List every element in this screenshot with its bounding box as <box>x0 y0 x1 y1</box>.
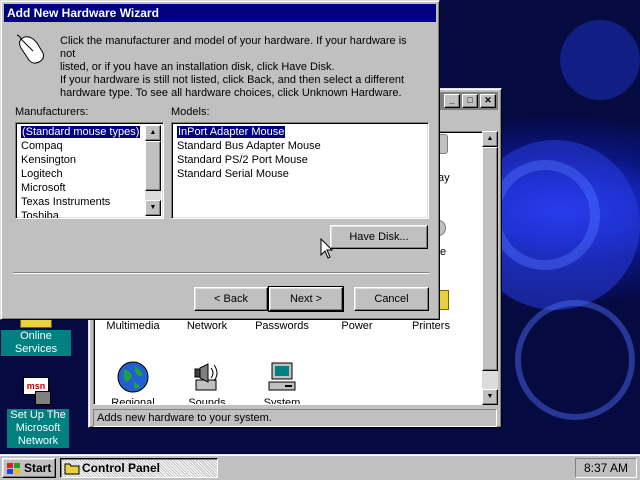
msn-icon: msn <box>23 377 53 407</box>
cp-item-power[interactable]: Power <box>320 320 394 332</box>
online-services-label: Online Services <box>1 330 71 356</box>
start-label: Start <box>24 461 52 475</box>
intro-line-3: If your hardware is still not listed, cl… <box>60 74 405 86</box>
add-hardware-wizard-dialog[interactable]: Add New Hardware Wizard Click the manufa… <box>0 0 440 320</box>
manufacturer-item[interactable]: (Standard mouse types) <box>18 125 147 139</box>
cp-item-passwords[interactable]: Passwords <box>245 320 319 332</box>
manufacturer-item[interactable]: Microsoft <box>18 181 147 195</box>
status-bar: Adds new hardware to your system. <box>93 409 497 427</box>
models-listbox[interactable]: InPort Adapter Mouse Standard Bus Adapte… <box>171 122 429 219</box>
wizard-titlebar[interactable]: Add New Hardware Wizard <box>4 4 436 22</box>
cp-item-network[interactable]: Network <box>170 320 244 332</box>
manufacturers-listbox[interactable]: (Standard mouse types) Compaq Kensington… <box>15 122 164 219</box>
model-item[interactable]: InPort Adapter Mouse <box>174 125 424 139</box>
manufacturers-scroll-thumb[interactable] <box>145 141 161 191</box>
close-button[interactable]: ✕ <box>480 94 496 108</box>
wizard-separator <box>13 272 429 274</box>
cp-item-passwords-label: Passwords <box>255 320 309 332</box>
wallpaper-ring-2 <box>515 300 635 420</box>
start-button[interactable]: Start <box>2 458 56 478</box>
wallpaper-ring <box>490 160 600 270</box>
manufacturer-item[interactable]: Texas Instruments <box>18 195 147 209</box>
wallpaper-blob <box>560 20 640 100</box>
manufacturer-item[interactable]: Kensington <box>18 153 147 167</box>
cancel-label: Cancel <box>374 293 409 305</box>
manufacturers-scrollbar[interactable]: ▲ ▼ <box>145 125 161 216</box>
taskbar-item-control-panel[interactable]: Control Panel <box>60 458 218 478</box>
cp-item-system[interactable]: System <box>245 360 319 405</box>
cp-item-sounds-label: Sounds <box>188 397 226 405</box>
globe-icon <box>117 361 149 393</box>
model-item[interactable]: Standard Bus Adapter Mouse <box>174 139 424 153</box>
cp-item-regional-label: Regional <box>111 397 155 405</box>
cp-item-sounds[interactable]: Sounds <box>170 360 244 405</box>
taskbar: Start Control Panel 8:37 AM <box>0 454 640 480</box>
clock[interactable]: 8:37 AM <box>584 461 628 475</box>
manufacturer-item[interactable]: Compaq <box>18 139 147 153</box>
scroll-down-button[interactable]: ▼ <box>482 389 498 405</box>
scroll-thumb[interactable] <box>482 147 498 371</box>
models-label: Models: <box>171 106 210 118</box>
intro-line-2: listed, or if you have an installation d… <box>60 61 335 73</box>
back-label: < Back <box>214 293 248 305</box>
speaker-icon <box>194 363 218 391</box>
manufacturer-item[interactable]: Logitech <box>18 167 147 181</box>
have-disk-button[interactable]: Have Disk... <box>330 225 428 249</box>
mouse-icon <box>16 34 44 64</box>
msn-label-line2: Microsoft <box>15 422 61 434</box>
next-button[interactable]: Next > <box>268 286 344 312</box>
have-disk-label: Have Disk... <box>349 231 409 243</box>
control-panel-scrollbar[interactable]: ▲ ▼ <box>482 131 498 405</box>
next-label: Next > <box>289 293 323 305</box>
computer-icon <box>268 362 296 391</box>
manufacturers-scroll-down[interactable]: ▼ <box>145 200 161 216</box>
folder-icon <box>64 463 80 475</box>
cp-item-regional[interactable]: Regional <box>96 360 170 405</box>
model-item[interactable]: Standard PS/2 Port Mouse <box>174 153 424 167</box>
manufacturers-scroll-up[interactable]: ▲ <box>145 125 161 141</box>
system-tray: 8:37 AM <box>575 458 637 478</box>
manufacturers-label: Manufacturers: <box>15 106 89 118</box>
windows-logo-icon <box>7 463 20 474</box>
cp-item-network-label: Network <box>186 320 228 332</box>
cp-item-multimedia[interactable]: Multimedia <box>96 320 170 332</box>
desktop-icon-online-services[interactable]: Online Services <box>1 316 71 356</box>
msn-label-line3: Network <box>17 435 59 447</box>
intro-line-4: hardware type. To see all hardware choic… <box>60 87 402 99</box>
cp-item-printers[interactable]: Printers <box>394 320 468 332</box>
printers-icon[interactable] <box>439 290 449 310</box>
scroll-up-button[interactable]: ▲ <box>482 131 498 147</box>
intro-line-1: Click the manufacturer and model of your… <box>60 35 407 60</box>
manufacturer-item[interactable]: Toshiba <box>18 209 147 218</box>
partial-label-mouse: e <box>440 246 447 258</box>
msn-label-line1: Set Up The <box>10 409 66 421</box>
cp-item-power-label: Power <box>341 320 373 332</box>
wizard-title: Add New Hardware Wizard <box>7 6 159 20</box>
maximize-button[interactable]: □ <box>462 94 478 108</box>
minimize-button[interactable]: _ <box>444 94 460 108</box>
cancel-button[interactable]: Cancel <box>354 287 429 311</box>
back-button[interactable]: < Back <box>194 287 268 311</box>
cp-item-system-label: System <box>263 397 301 405</box>
taskbar-item-label: Control Panel <box>82 461 161 475</box>
cp-item-multimedia-label: Multimedia <box>106 320 160 332</box>
cp-item-printers-label: Printers <box>412 320 450 332</box>
model-item[interactable]: Standard Serial Mouse <box>174 167 424 181</box>
status-text: Adds new hardware to your system. <box>97 412 272 424</box>
mouse-cursor-icon <box>320 238 334 259</box>
desktop-icon-msn[interactable]: msn Set Up The Microsoft Network <box>3 377 73 448</box>
